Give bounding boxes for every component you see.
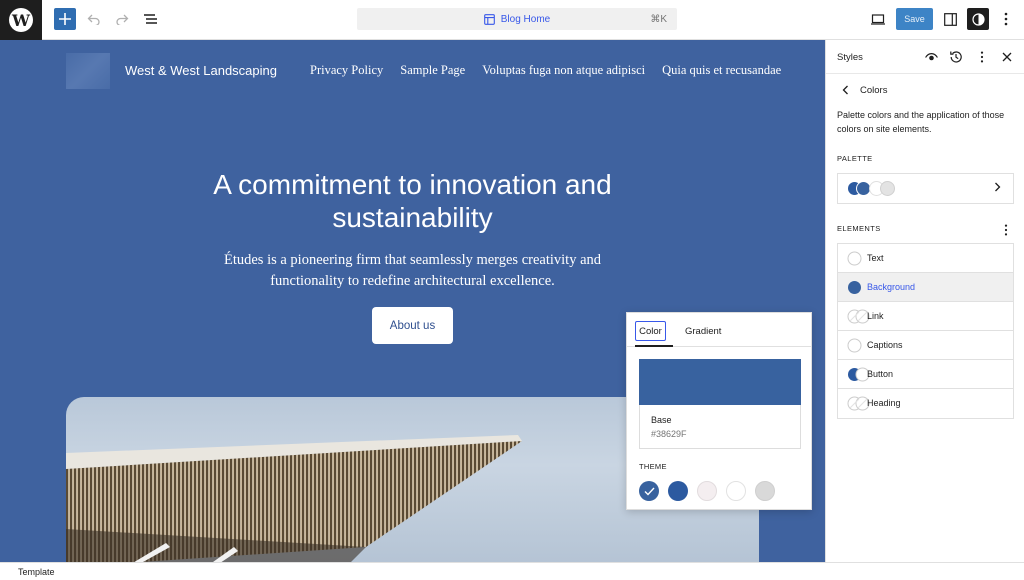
theme-color-swatch[interactable] (697, 481, 717, 501)
preview-device-button[interactable] (870, 10, 886, 28)
selected-color-preview[interactable] (639, 359, 801, 405)
palette-swatch (880, 181, 895, 196)
nav-link-quia[interactable]: Quia quis et recusandae (662, 63, 781, 78)
block-breadcrumb-bar: Template (0, 562, 1024, 580)
close-sidebar-button[interactable] (1000, 50, 1014, 64)
color-indicator-icon (847, 251, 862, 266)
styles-button[interactable] (967, 8, 989, 30)
element-label: Link (867, 311, 884, 321)
more-vertical-icon (1004, 12, 1008, 26)
add-block-button[interactable] (54, 8, 76, 30)
element-label: Captions (867, 340, 903, 350)
element-item-background[interactable]: Background (838, 273, 1013, 302)
hero-paragraph[interactable]: Études is a pioneering firm that seamles… (200, 250, 625, 292)
contrast-icon (971, 12, 985, 26)
plus-icon (59, 13, 71, 25)
tab-gradient[interactable]: Gradient (685, 326, 721, 337)
wordpress-icon: W (9, 8, 33, 32)
theme-color-swatch[interactable] (726, 481, 746, 501)
settings-sidebar-button[interactable] (942, 10, 958, 28)
element-label: Background (867, 282, 916, 292)
theme-color-swatch[interactable] (668, 481, 688, 501)
elements-list: Text Background Link Captions Button Hea… (837, 243, 1014, 419)
element-item-link[interactable]: Link (838, 302, 1013, 331)
site-title[interactable]: West & West Landscaping (125, 63, 277, 78)
checkmark-icon (644, 487, 655, 496)
sidebar-icon (943, 12, 957, 26)
about-us-button[interactable]: About us (372, 307, 453, 344)
theme-swatches (639, 481, 775, 501)
revisions-button[interactable] (949, 50, 963, 64)
redo-icon (116, 14, 129, 25)
close-icon (1002, 52, 1012, 62)
element-label: Heading (867, 398, 901, 408)
hero-heading[interactable]: A commitment to innovation and sustainab… (170, 168, 655, 234)
elements-section-label: ELEMENTS (837, 224, 881, 233)
theme-section-label: THEME (639, 462, 667, 471)
options-menu-button[interactable] (1000, 10, 1012, 28)
wordpress-logo-button[interactable]: W (0, 0, 42, 40)
more-vertical-icon (980, 51, 984, 63)
nav-link-sample-page[interactable]: Sample Page (400, 63, 465, 78)
nav-link-privacy-policy[interactable]: Privacy Policy (310, 63, 383, 78)
editor-toolbar: W Blog Home ⌘K Save (0, 0, 1024, 40)
document-title: Blog Home (500, 13, 551, 25)
element-item-button[interactable]: Button (838, 360, 1013, 389)
desktop-icon (871, 13, 885, 25)
tab-color[interactable]: Color (635, 321, 666, 341)
site-navigation: Privacy Policy Sample Page Voluptas fuga… (310, 63, 781, 78)
colors-panel-title: Colors (860, 85, 888, 96)
styles-sidebar: Styles Colors Palette colors and the app… (825, 40, 1024, 562)
redo-button[interactable] (114, 10, 130, 28)
color-picker-popover: Color Gradient Base #38629F THEME (626, 312, 812, 510)
element-item-text[interactable]: Text (838, 244, 1013, 273)
active-tab-indicator (635, 345, 673, 347)
styles-actions-button[interactable] (975, 50, 989, 64)
theme-color-swatch[interactable] (755, 481, 775, 501)
document-overview-button[interactable] (142, 10, 160, 28)
palette-section-label: PALETTE (837, 154, 873, 163)
sidebar-header: Styles (826, 40, 1024, 74)
undo-icon (87, 14, 100, 25)
document-bar[interactable]: Blog Home ⌘K (357, 8, 677, 30)
color-name: Base (651, 415, 672, 425)
style-book-button[interactable] (924, 50, 938, 64)
element-label: Text (867, 253, 884, 263)
more-vertical-icon (1004, 224, 1008, 236)
element-item-captions[interactable]: Captions (838, 331, 1013, 360)
sidebar-title: Styles (837, 52, 863, 63)
editor-canvas[interactable]: West & West Landscaping Privacy Policy S… (0, 40, 825, 562)
breadcrumb-template[interactable]: Template (18, 567, 55, 577)
color-tabs: Color Gradient (627, 313, 811, 347)
palette-button[interactable] (837, 173, 1014, 204)
color-hex: #38629F (651, 429, 687, 439)
elements-options-button[interactable] (999, 223, 1013, 237)
nav-link-voluptas[interactable]: Voluptas fuga non atque adipisci (482, 63, 645, 78)
colors-description: Palette colors and the application of th… (837, 110, 1005, 134)
list-view-icon (144, 14, 157, 24)
command-shortcut: ⌘K (650, 13, 667, 25)
theme-color-swatch[interactable] (639, 481, 659, 501)
chevron-left-icon (842, 85, 848, 95)
eye-icon (924, 52, 938, 60)
template-icon (483, 13, 495, 25)
element-label: Button (867, 369, 894, 379)
wordpress-logo-letter: W (12, 10, 30, 30)
history-icon (950, 51, 962, 63)
element-item-heading[interactable]: Heading (838, 389, 1013, 418)
color-indicator-icon (848, 281, 861, 294)
color-indicator-icon (847, 338, 862, 353)
chevron-right-icon (994, 181, 1001, 195)
selected-color-info: Base #38629F (639, 405, 801, 449)
back-button[interactable] (842, 84, 849, 98)
undo-button[interactable] (86, 10, 102, 28)
site-logo-placeholder[interactable] (66, 53, 110, 89)
save-button[interactable]: Save (896, 8, 933, 30)
